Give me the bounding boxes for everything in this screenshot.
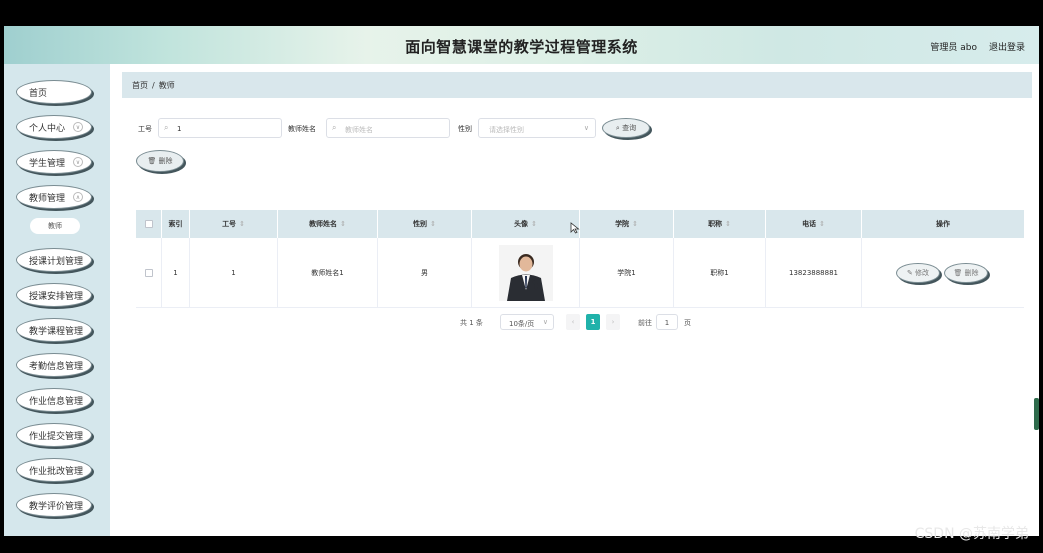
goto-page-input[interactable]: 1 xyxy=(656,314,678,330)
sort-icon: ⇕ xyxy=(725,220,731,228)
sort-icon: ⇕ xyxy=(340,220,346,228)
sidebar: 首页 个人中心 ∨ 学生管理 ∨ 教师管理 ∧ 教师 授课计划管理 授课安排管理 教学… xyxy=(4,64,110,536)
sidebar-item-homework-submit[interactable]: 作业提交管理 xyxy=(16,423,92,447)
scrollbar-thumb[interactable] xyxy=(1034,398,1039,430)
teacher-avatar xyxy=(498,245,553,301)
select-all-cell xyxy=(136,210,162,238)
logout-link[interactable]: 退出登录 xyxy=(989,40,1025,53)
cell-college: 学院1 xyxy=(580,238,674,308)
sidebar-item-teaching-plan[interactable]: 授课计划管理 xyxy=(16,248,92,272)
sort-icon: ⇕ xyxy=(239,220,245,228)
user-label: 管理员 abo xyxy=(930,43,977,53)
sidebar-item-homework-info[interactable]: 作业信息管理 xyxy=(16,388,92,412)
id-label: 工号 xyxy=(138,125,152,133)
sidebar-item-personal-center[interactable]: 个人中心 ∨ xyxy=(16,115,92,139)
page-1-button[interactable]: 1 xyxy=(586,314,600,330)
col-name[interactable]: 教师姓名 ⇕ xyxy=(278,210,378,238)
sidebar-subitem-teacher[interactable]: 教师 xyxy=(30,218,80,234)
next-page-button[interactable]: › xyxy=(606,314,620,330)
query-button[interactable]: ⌕ 查询 xyxy=(602,118,650,138)
trash-icon: 🗑 xyxy=(147,157,159,165)
chevron-left-icon: ‹ xyxy=(571,318,575,326)
col-avatar[interactable]: 头像 ⇕ xyxy=(472,210,580,238)
breadcrumb-current: 教师 xyxy=(158,81,175,90)
chevron-right-icon: › xyxy=(611,318,615,326)
gender-select[interactable]: 请选择性别 ∨ xyxy=(478,118,596,138)
sort-icon: ⇕ xyxy=(531,220,537,228)
table-row: 1 1 教师姓名1 男 学院1 职称1 13823888881 ✎ 修改 🗑 删… xyxy=(136,238,1024,308)
cell-actions: ✎ 修改 🗑 删除 xyxy=(862,238,1024,308)
search-form: 工号 ⌕ 1 教师姓名 ⌕ 教师姓名 性别 请选择性别 ∨ ⌕ 查询 xyxy=(122,118,682,138)
top-header: 面向智慧课堂的教学过程管理系统 管理员 abo 退出登录 xyxy=(4,26,1039,64)
name-label: 教师姓名 xyxy=(288,125,316,133)
pagination: 共 1 条 10条/页 ∨ ‹ 1 › 前往 1 页 xyxy=(460,314,720,330)
col-id[interactable]: 工号 ⇕ xyxy=(190,210,278,238)
cell-avatar xyxy=(472,238,580,308)
chevron-down-icon: ∨ xyxy=(583,124,589,132)
id-input[interactable]: ⌕ 1 xyxy=(158,118,282,138)
search-icon: ⌕ xyxy=(164,123,169,132)
cell-name: 教师姓名1 xyxy=(278,238,378,308)
prev-page-button[interactable]: ‹ xyxy=(566,314,580,330)
breadcrumb-separator: / xyxy=(152,81,155,90)
select-all-checkbox[interactable] xyxy=(144,220,153,228)
delete-button[interactable]: 🗑 删除 xyxy=(944,263,988,283)
sidebar-item-teaching-evaluation[interactable]: 教学评价管理 xyxy=(16,493,92,517)
edit-icon: ✎ xyxy=(906,269,916,277)
col-actions: 操作 xyxy=(936,220,950,228)
batch-delete-button[interactable]: 🗑 删除 xyxy=(136,150,184,172)
sidebar-item-student-management[interactable]: 学生管理 ∨ xyxy=(16,150,92,174)
goto-label: 前往 xyxy=(638,319,652,327)
table-header: 索引 工号 ⇕ 教师姓名 ⇕ 性别 ⇕ 头像 ⇕ 学院 ⇕ 职称 ⇕ 电话 ⇕ 操作 xyxy=(136,210,1024,238)
app-window: 面向智慧课堂的教学过程管理系统 管理员 abo 退出登录 首页 个人中心 ∨ 学生… xyxy=(4,26,1039,536)
col-phone[interactable]: 电话 ⇕ xyxy=(766,210,862,238)
search-icon: ⌕ xyxy=(332,123,337,132)
cell-phone: 13823888881 xyxy=(766,238,862,308)
sort-icon: ⇕ xyxy=(430,220,436,228)
col-college[interactable]: 学院 ⇕ xyxy=(580,210,674,238)
sidebar-item-course-management[interactable]: 教学课程管理 xyxy=(16,318,92,342)
page-suffix-label: 页 xyxy=(684,319,691,327)
trash-icon: 🗑 xyxy=(953,269,965,277)
breadcrumb-home[interactable]: 首页 xyxy=(132,81,148,90)
chevron-down-icon: ∨ xyxy=(542,318,548,326)
col-index: 索引 xyxy=(162,210,190,238)
sidebar-item-teaching-schedule[interactable]: 授课安排管理 xyxy=(16,283,92,307)
pagination-total: 共 1 条 xyxy=(460,319,483,327)
breadcrumb: 首页 / 教师 xyxy=(122,72,1032,98)
sidebar-item-attendance[interactable]: 考勤信息管理 xyxy=(16,353,92,377)
sidebar-item-homework-grading[interactable]: 作业批改管理 xyxy=(16,458,92,482)
sidebar-item-teacher-management[interactable]: 教师管理 ∧ xyxy=(16,185,92,209)
app-title: 面向智慧课堂的教学过程管理系统 xyxy=(405,38,638,56)
chevron-up-icon: ∧ xyxy=(73,192,83,202)
edit-button[interactable]: ✎ 修改 xyxy=(896,263,940,283)
chevron-down-icon: ∨ xyxy=(73,122,83,132)
watermark: CSDN @苏南学弟 xyxy=(914,526,1029,542)
row-select-cell xyxy=(136,238,162,308)
col-gender[interactable]: 性别 ⇕ xyxy=(378,210,472,238)
name-input[interactable]: ⌕ 教师姓名 xyxy=(326,118,450,138)
main-content: 首页 / 教师 工号 ⌕ 1 教师姓名 ⌕ 教师姓名 性别 请选择性别 ∨ ⌕ 查询 🗑 … xyxy=(110,64,1039,536)
cell-title: 职称1 xyxy=(674,238,766,308)
gender-label: 性别 xyxy=(458,125,472,133)
sidebar-item-home[interactable]: 首页 xyxy=(16,80,92,104)
cell-id: 1 xyxy=(190,238,278,308)
page-size-select[interactable]: 10条/页 ∨ xyxy=(500,314,554,330)
sort-icon: ⇕ xyxy=(819,220,825,228)
chevron-down-icon: ∨ xyxy=(73,157,83,167)
col-title[interactable]: 职称 ⇕ xyxy=(674,210,766,238)
row-checkbox[interactable] xyxy=(144,269,153,277)
mouse-cursor-icon xyxy=(570,222,580,234)
cell-gender: 男 xyxy=(378,238,472,308)
cell-index: 1 xyxy=(162,238,190,308)
sort-icon: ⇕ xyxy=(632,220,638,228)
